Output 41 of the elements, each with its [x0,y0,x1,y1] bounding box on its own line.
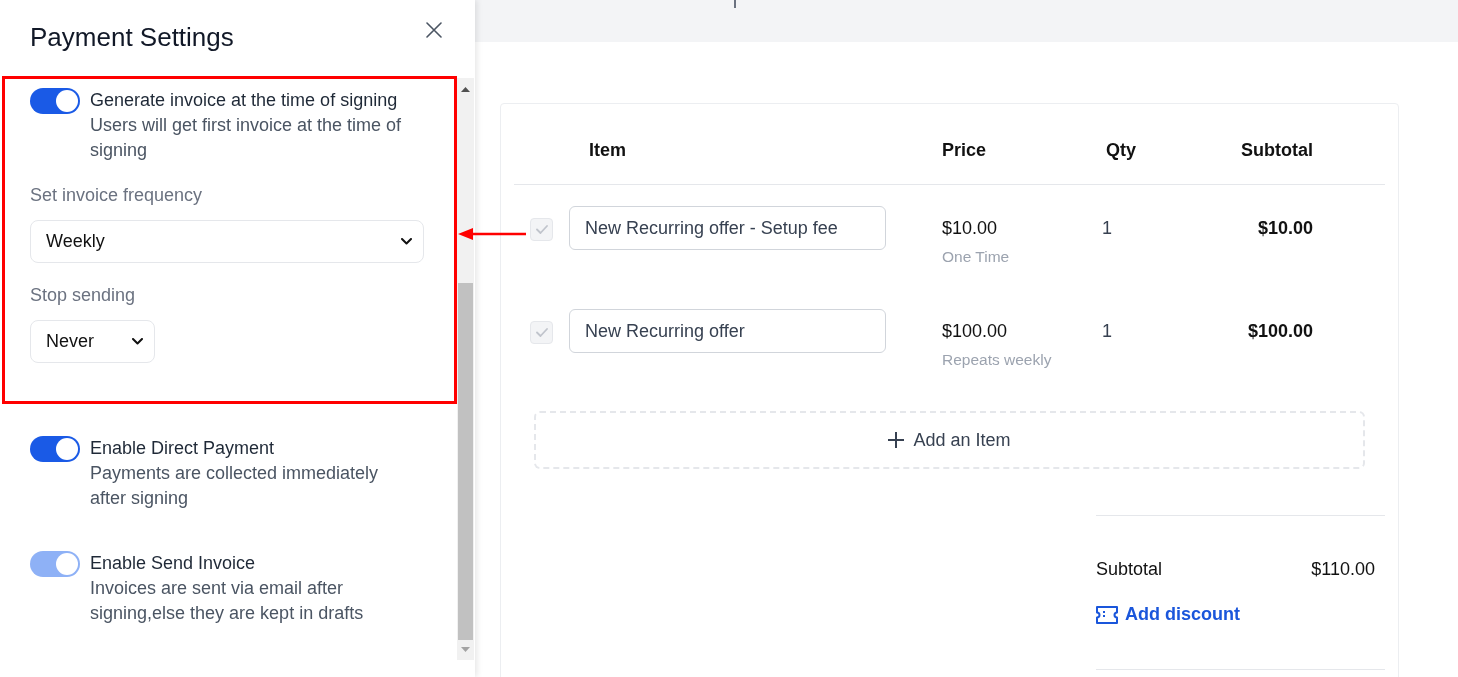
setting-label: Enable Send Invoice [90,552,257,575]
check-icon [535,225,548,234]
subtotal-value: $110.00 [1311,558,1375,581]
plus-icon [888,432,905,448]
annotation-arrow [458,228,526,240]
ticket-icon [1096,605,1118,624]
field-label: Set invoice frequency [30,184,204,207]
subtotal-cell-text: $100.00 [1246,320,1313,343]
billing-note: Repeats weekly [942,350,1053,370]
price-cell-text: $10.00 [942,217,999,240]
column-header: Item [588,139,627,162]
toggle-switch[interactable] [30,88,80,114]
qty-cell-text: 1 [1102,320,1113,343]
add-discount-link[interactable]: Add discount [1096,602,1240,627]
dropdown[interactable]: Never [30,320,155,363]
close-icon[interactable] [426,22,442,38]
setting-label: Generate invoice at the time of signing [90,89,399,112]
qty-cell-text: 1 [1102,217,1113,240]
scroll-down-icon[interactable] [461,647,470,652]
price-cell-text: $100.00 [942,320,1009,343]
setting-description: Users will get first invoice at the time of signing [90,114,403,162]
add-item-button[interactable]: Add an Item [534,411,1365,469]
column-header: Qty [1105,139,1137,162]
check-icon [535,328,548,337]
column-header: Price [942,139,988,162]
panel-title: Payment Settings [30,22,234,52]
setting-description: Payments are collected immediately after signing [90,462,380,510]
setting-label: Enable Direct Payment [90,437,276,460]
subtotal-label: Subtotal [1096,558,1163,581]
toggle-switch[interactable] [30,436,80,462]
chevron-down-icon [132,338,143,345]
chevron-down-icon [401,238,412,245]
billing-note: One Time [942,247,1011,267]
field-label: Stop sending [30,284,137,307]
subtotal-cell-text: $10.00 [1256,217,1313,240]
scroll-up-icon[interactable] [461,87,470,92]
scrollbar-thumb[interactable] [458,283,473,640]
scrollbar[interactable] [457,78,474,660]
dropdown[interactable]: Weekly [30,220,424,263]
setting-description: Invoices are sent via email after signing,else they are kept in drafts [90,577,365,625]
column-header: Subtotal [1240,139,1313,162]
